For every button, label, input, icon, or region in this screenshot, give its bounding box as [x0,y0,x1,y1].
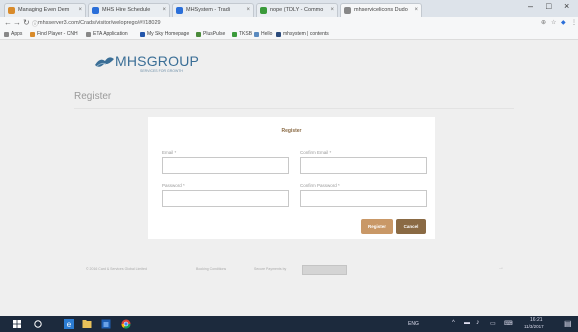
bookmark-item[interactable]: ETA Application [86,30,128,39]
bookmarks-bar: Apps Find Player - CNH ETA Application M… [0,30,578,40]
chrome-icon[interactable] [121,319,131,329]
tab-label: mhservicelicons Dudo [354,7,408,13]
page-title: Register [74,91,112,102]
confirm-email-field[interactable] [300,157,427,174]
language-indicator[interactable]: ENG [408,321,419,327]
bookmark-item[interactable]: PlusPulse [196,30,225,39]
bookmark-item[interactable]: TKSB [232,30,252,39]
volume-icon[interactable]: ♪ [476,319,480,326]
browser-tab[interactable]: MHSystem - Tradi × [172,3,254,17]
bookmark-icon [196,32,201,37]
footer: © 2016 Card & Services Global Limited Bo… [0,265,578,277]
browser-tab-bar: Managing Even Dem × MHS Hire Schedule × … [0,0,578,17]
bookmark-item[interactable]: Apps [4,30,22,39]
bookmark-icon [30,32,35,37]
cancel-button[interactable]: Cancel [396,219,426,234]
password-label: Password * [162,183,185,188]
search-icon[interactable] [33,319,43,329]
svg-text:e: e [67,320,72,329]
maximize-button[interactable]: □ [546,1,551,11]
browser-tab[interactable]: Managing Even Dem × [4,3,86,17]
payment-badge [302,265,347,275]
bookmark-item[interactable]: Hello [254,30,272,39]
browser-tab[interactable]: nope (TDLY - Commo × [256,3,338,17]
email-label: Email * [162,150,177,155]
url-field[interactable]: mhsserver3.com/Crads/visitor/weloprego/#… [38,19,538,28]
zoom-icon[interactable]: ⊕ [541,19,546,26]
tab-label: Managing Even Dem [18,7,70,13]
tab-favicon-icon [8,7,15,14]
keyboard-icon[interactable]: ⌨ [504,320,513,327]
battery-icon[interactable]: ▭ [490,320,496,327]
tab-close-icon[interactable]: × [246,4,250,17]
divider [74,108,514,109]
logo-icon[interactable] [93,53,115,71]
notifications-icon[interactable]: ▤ [564,319,572,328]
tab-close-icon[interactable]: × [330,4,334,17]
footer-secure-text: Secure Payments by [254,267,287,271]
bookmark-label: Find Player - CNH [37,31,78,37]
bookmark-icon [232,32,237,37]
star-icon[interactable]: ☆ [551,19,556,26]
tab-favicon-icon [260,7,267,14]
address-bar: ← → ↻ ⓘ mhsserver3.com/Crads/visitor/wel… [0,17,578,30]
tab-label: nope (TDLY - Commo [270,7,324,13]
back-button[interactable]: ← [4,18,12,27]
clock-time[interactable]: 16:21 [530,317,543,323]
tab-label: MHSystem - Tradi [186,7,231,13]
tab-favicon-icon [92,7,99,14]
footer-copyright: © 2016 Card & Services Global Limited [86,267,147,271]
register-form: Register Email * Confirm Email * Passwor… [148,117,435,239]
bookmark-item[interactable]: mhsystem | contents [276,30,329,39]
clock-date[interactable]: 11/3/2017 [524,324,544,329]
browser-tab-active[interactable]: mhservicelicons Dudo × [340,3,422,17]
bookmark-label: ETA Application [93,31,128,37]
tab-close-icon[interactable]: × [162,4,166,17]
tray-chevron-icon[interactable]: ^ [452,320,455,326]
form-heading: Register [281,128,302,134]
network-icon[interactable]: ▬ [464,320,470,326]
password-field[interactable] [162,190,289,207]
bookmark-icon [140,32,145,37]
tab-label: MHS Hire Schedule [102,7,151,13]
taskbar: e ENG ^ ▬ ♪ ▭ ⌨ 16:21 11/3/2017 ▤ [0,316,578,332]
confirm-password-label: Confirm Password * [300,183,340,188]
bookmark-label: Hello [261,31,273,37]
bookmark-icon [86,32,91,37]
browser-tab[interactable]: MHS Hire Schedule × [88,3,170,17]
forward-button[interactable]: → [13,18,21,27]
scroll-arrow-icon[interactable]: → [498,265,504,271]
email-field[interactable] [162,157,289,174]
bookmark-label: TKSB [239,31,253,37]
confirm-password-field[interactable] [300,190,427,207]
register-button[interactable]: Register [361,219,393,234]
footer-terms-link[interactable]: Booking Conditions [196,267,226,271]
extension-icon[interactable]: ◆ [561,19,566,26]
bookmark-item[interactable]: Find Player - CNH [30,30,78,39]
bookmark-label: My Sky Homepage [147,31,190,37]
tab-close-icon[interactable]: × [414,4,418,17]
bookmark-label: Apps [11,31,23,37]
bookmark-icon [254,32,259,37]
confirm-email-label: Confirm Email * [300,150,332,155]
tab-favicon-icon [344,7,351,14]
tab-close-icon[interactable]: × [78,4,82,17]
edge-icon[interactable]: e [64,319,74,329]
bookmark-label: mhsystem | contents [283,31,329,37]
reload-button[interactable]: ↻ [23,18,30,27]
bookmark-icon [276,32,281,37]
minimize-button[interactable]: – [528,1,533,11]
bookmark-icon [4,32,9,37]
bookmark-label: PlusPulse [203,31,226,37]
tab-favicon-icon [176,7,183,14]
menu-icon[interactable]: ⋮ [571,19,577,26]
bookmark-item[interactable]: My Sky Homepage [140,30,189,39]
close-window-button[interactable]: × [564,1,569,11]
brand-tagline: SERVICES FOR GROWTH [140,69,183,73]
store-icon[interactable] [101,319,111,329]
file-explorer-icon[interactable] [82,319,92,329]
windows-start-icon[interactable] [12,319,22,329]
brand-name: MHSGROUP [115,53,200,69]
page-content: MHSGROUP SERVICES FOR GROWTH Register Re… [0,40,578,316]
